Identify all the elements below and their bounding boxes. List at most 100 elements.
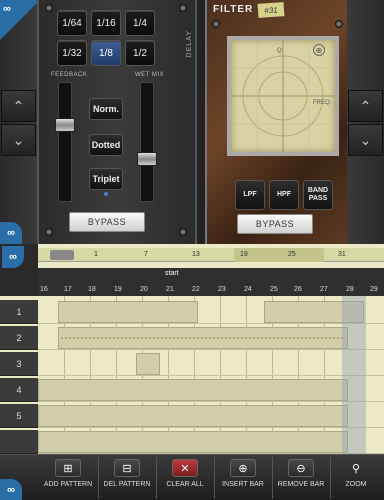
pattern-block[interactable]	[58, 301, 198, 323]
scroll-down-left-button[interactable]: ⌄	[1, 124, 36, 156]
clear-all-button[interactable]: ✕ CLEAR ALL	[156, 455, 214, 500]
step-number: 16	[40, 286, 48, 293]
screw-icon	[45, 4, 53, 12]
mode-dotted-button[interactable]: Dotted	[89, 134, 123, 156]
remove-bar-icon: ⊖	[288, 459, 314, 477]
step-number: 24	[244, 286, 252, 293]
q-axis-label: Q.	[277, 48, 284, 54]
pad-grid	[231, 40, 335, 152]
bar-ruler[interactable]: 1 7 13 19 25 31	[38, 248, 384, 262]
insert-bar-label: INSERT BAR	[222, 481, 264, 488]
chevron-up-icon: ⌃	[359, 97, 372, 114]
track-row-2[interactable]	[38, 326, 384, 350]
zoom-icon: ⚲	[351, 462, 361, 475]
link-icon-bottom[interactable]: ∞	[0, 222, 22, 244]
screw-icon	[212, 20, 220, 28]
remove-bar-button[interactable]: ⊖ REMOVE BAR	[272, 455, 330, 500]
marker-row: start	[38, 268, 384, 284]
wet-mix-slider-knob[interactable]	[137, 152, 157, 166]
wet-mix-slider-track[interactable]	[140, 82, 154, 202]
crosshair-icon[interactable]: ⊕	[313, 44, 325, 56]
band-pass-button[interactable]: BAND PASS	[303, 180, 333, 210]
insert-bar-button[interactable]: ⊕ INSERT BAR	[214, 455, 272, 500]
track-row-5[interactable]	[38, 404, 384, 428]
step-ruler[interactable]: 16 17 18 19 20 21 22 23 24 25 26 27 28 2…	[38, 284, 384, 296]
zoom-button[interactable]: ⚲ ZOOM	[330, 455, 382, 500]
note-button-1-2[interactable]: 1/2	[125, 40, 155, 66]
link-icon-sequencer[interactable]: ∞	[2, 246, 24, 268]
bar-number: 13	[192, 251, 200, 258]
feedback-slider-knob[interactable]	[55, 118, 75, 132]
freq-axis-label: FREQ.	[313, 100, 332, 106]
note-button-1-16[interactable]: 1/16	[91, 10, 121, 36]
chevron-down-icon: ⌄	[359, 131, 372, 148]
track-row-6[interactable]	[38, 430, 384, 454]
delay-panel: DELAY 1/64 1/16 1/4 1/32 1/8 1/2 FEEDBAC…	[37, 0, 197, 244]
track-label-3[interactable]: 3	[0, 352, 38, 376]
step-number: 21	[166, 286, 174, 293]
screw-icon	[45, 228, 53, 236]
delay-bypass-button[interactable]: BYPASS	[69, 212, 145, 232]
scroll-down-right-button[interactable]: ⌄	[348, 124, 383, 156]
playhead[interactable]	[342, 296, 366, 454]
track-row-3[interactable]	[38, 352, 384, 376]
note-button-1-32[interactable]: 1/32	[57, 40, 87, 66]
track-row-4[interactable]	[38, 378, 384, 402]
bottom-toolbar: ∞ ⊞ ADD PATTERN ⊟ DEL PATTERN ✕ CLEAR AL…	[0, 454, 384, 500]
add-pattern-icon: ⊞	[55, 459, 81, 477]
clear-all-icon: ✕	[172, 459, 198, 477]
delete-pattern-button[interactable]: ⊟ DEL PATTERN	[98, 455, 156, 500]
pattern-block[interactable]	[38, 431, 348, 453]
filter-xy-pad[interactable]: Q. FREQ. ⊕	[227, 36, 339, 156]
note-button-1-8[interactable]: 1/8	[91, 40, 121, 66]
filter-bypass-button[interactable]: BYPASS	[237, 214, 313, 234]
pattern-block[interactable]	[38, 405, 348, 427]
pattern-block[interactable]	[136, 353, 160, 375]
effects-area: ∞ ⌃ ⌄ ⌃ ⌄ ∞ DELAY 1/64 1/16 1/4 1/32 1/8…	[0, 0, 384, 244]
delete-pattern-label: DEL PATTERN	[103, 481, 151, 488]
triplet-led-icon	[104, 192, 108, 196]
mode-triplet-button[interactable]: Triplet	[89, 168, 123, 190]
pattern-block[interactable]	[38, 379, 348, 401]
track-label-5[interactable]: 5	[0, 404, 38, 428]
app-root: ∞ ⌃ ⌄ ⌃ ⌄ ∞ DELAY 1/64 1/16 1/4 1/32 1/8…	[0, 0, 384, 500]
step-number: 29	[370, 286, 378, 293]
filter-panel: FILTER #31 Q. FREQ. ⊕ LPF HPF BAND PASS …	[205, 0, 347, 244]
step-number: 23	[218, 286, 226, 293]
play-arrow-icon	[50, 250, 74, 260]
filter-title: FILTER	[213, 4, 254, 15]
scroll-up-left-button[interactable]: ⌃	[1, 90, 36, 122]
scroll-up-right-button[interactable]: ⌃	[348, 90, 383, 122]
track-row-1[interactable]	[38, 300, 384, 324]
step-number: 17	[64, 286, 72, 293]
step-number: 19	[114, 286, 122, 293]
track-label-4[interactable]: 4	[0, 378, 38, 402]
mode-norm-button[interactable]: Norm.	[89, 98, 123, 120]
wet-mix-label: WET MIX	[135, 72, 165, 78]
step-number: 27	[320, 286, 328, 293]
bar-number: 19	[240, 251, 248, 258]
note-button-1-64[interactable]: 1/64	[57, 10, 87, 36]
bar-number: 1	[94, 251, 98, 258]
chevron-down-icon: ⌄	[12, 131, 25, 148]
delete-pattern-icon: ⊟	[114, 459, 140, 477]
bar-number: 25	[288, 251, 296, 258]
track-label-6[interactable]	[0, 430, 38, 454]
feedback-slider-track[interactable]	[58, 82, 72, 202]
insert-bar-icon: ⊕	[230, 459, 256, 477]
track-label-2[interactable]: 2	[0, 326, 38, 350]
track-label-1[interactable]: 1	[0, 300, 38, 324]
zoom-label: ZOOM	[345, 481, 367, 488]
link-icon-toolbar[interactable]: ∞	[0, 479, 22, 500]
hpf-button[interactable]: HPF	[269, 180, 299, 210]
step-number: 28	[346, 286, 354, 293]
step-number: 25	[270, 286, 278, 293]
bar-number: 31	[338, 251, 346, 258]
link-icon: ∞	[3, 3, 11, 15]
lpf-button[interactable]: LPF	[235, 180, 265, 210]
note-dots	[60, 337, 346, 339]
note-button-1-4[interactable]: 1/4	[125, 10, 155, 36]
screw-icon	[179, 228, 187, 236]
add-pattern-button[interactable]: ⊞ ADD PATTERN	[38, 455, 98, 500]
remove-bar-label: REMOVE BAR	[277, 481, 325, 488]
